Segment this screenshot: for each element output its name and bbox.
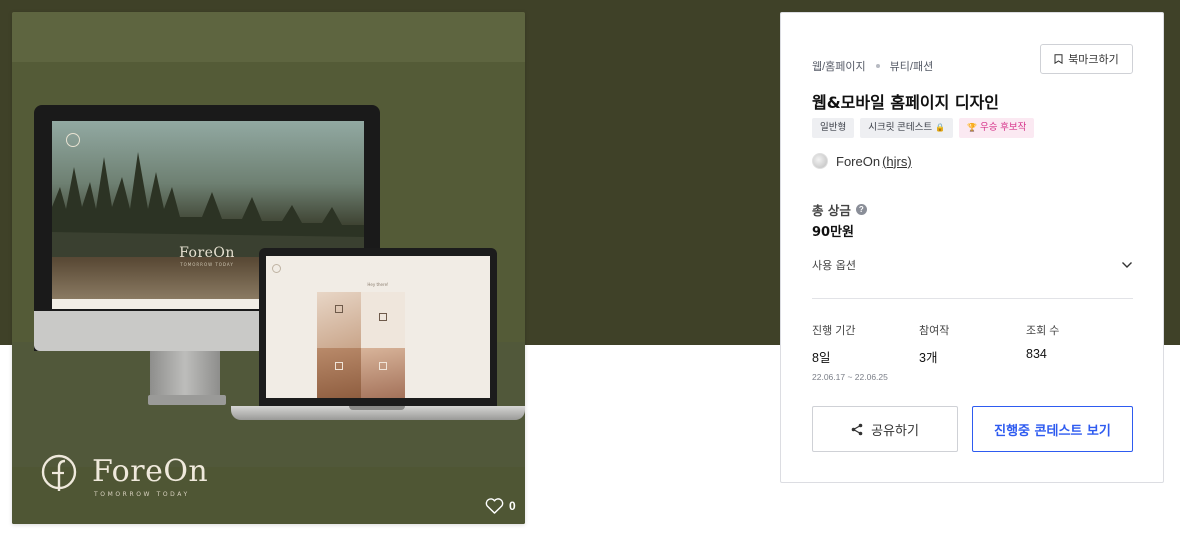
contest-thumbnail[interactable]: ForeOn TOMORROW TODAY Hey there! ForeOn … (12, 12, 525, 524)
contest-info-panel: 웹/홈페이지 뷰티/패션 북마크하기 웹&모바일 홈페이지 디자인 일반형 시크… (780, 12, 1164, 483)
stat-period: 진행 기간 8일 22.06.17 ~ 22.06.25 (812, 322, 888, 382)
lock-icon: 🔒 (935, 123, 946, 132)
stat-label: 참여작 (919, 325, 950, 337)
desktop-foot (148, 395, 226, 405)
avatar (812, 153, 828, 169)
tag-label: 시크릿 콘테스트 (868, 122, 933, 133)
laptop-screen-logo-icon (272, 264, 281, 273)
owner-handle-link[interactable]: (hjrs) (882, 154, 912, 169)
breadcrumb-category[interactable]: 웹/홈페이지 (812, 58, 866, 74)
options-label: 사용 옵션 (812, 259, 856, 272)
stat-label: 진행 기간 (812, 325, 856, 337)
options-toggle[interactable]: 사용 옵션 (812, 257, 1133, 273)
thumbnail-brand-name: ForeOn (92, 454, 209, 489)
laptop-screen: Hey there! (266, 256, 490, 398)
laptop-tile (317, 348, 361, 398)
like-count: 0 (509, 499, 516, 513)
laptop-tile (361, 292, 405, 348)
help-icon[interactable]: ? (855, 204, 867, 215)
owner-name: ForeOn (836, 153, 881, 169)
share-icon (851, 423, 863, 435)
stat-views: 조회 수 834 (1026, 322, 1059, 361)
laptop-tile (361, 348, 405, 398)
stat-label: 조회 수 (1026, 325, 1060, 337)
chevron-down-icon (1122, 262, 1132, 268)
prize-label-text: 총 상금 (812, 203, 851, 218)
bookmark-label: 북마크하기 (1068, 54, 1119, 66)
ongoing-contests-button[interactable]: 진행중 콘테스트 보기 (972, 406, 1133, 452)
foreon-logo-icon (41, 454, 77, 491)
tag-label: 우승 후보작 (980, 122, 1027, 133)
divider (812, 298, 1133, 299)
desktop-stand (150, 351, 220, 401)
contest-owner[interactable]: ForeOn (hjrs) (812, 153, 912, 169)
tag-secret: 시크릿 콘테스트 🔒 (860, 118, 954, 138)
thumbnail-brand-tagline: TOMORROW TODAY (94, 491, 190, 498)
tile-icon (379, 313, 387, 321)
laptop-notch (349, 406, 405, 410)
stat-value: 8일 (812, 351, 831, 365)
share-button[interactable]: 공유하기 (812, 406, 958, 452)
breadcrumb-subcategory[interactable]: 뷰티/패션 (890, 58, 934, 74)
tag-type: 일반형 (812, 118, 855, 138)
tile-icon (335, 362, 343, 370)
stat-date-range: 22.06.17 ~ 22.06.25 (812, 372, 888, 382)
screen-logo-icon (66, 133, 80, 147)
tag-list: 일반형 시크릿 콘테스트 🔒 🏆 우승 후보작 (812, 118, 1035, 138)
bookmark-icon (1054, 54, 1063, 64)
like-button[interactable]: 0 (485, 498, 516, 514)
thumbnail-floor-shadow (12, 467, 525, 524)
tile-icon (335, 305, 343, 313)
forest-illustration (52, 152, 364, 257)
prize-label: 총 상금 ? (812, 200, 867, 219)
breadcrumb-separator (875, 64, 880, 68)
screen-brand-text: ForeOn (179, 245, 235, 261)
laptop-mockup: Hey there! (259, 248, 497, 406)
tag-candidate: 🏆 우승 후보작 (959, 118, 1035, 138)
tile-icon (379, 362, 387, 370)
thumbnail-wall (12, 12, 525, 62)
laptop-tile (317, 292, 361, 348)
screen-brand-tagline: TOMORROW TODAY (180, 262, 234, 267)
ongoing-contests-label: 진행중 콘테스트 보기 (994, 423, 1111, 439)
laptop-screen-heading: Hey there! (367, 282, 389, 287)
stat-value: 3개 (919, 351, 938, 365)
bookmark-button[interactable]: 북마크하기 (1040, 44, 1133, 74)
stat-value: 834 (1026, 347, 1047, 361)
tag-label: 일반형 (820, 122, 847, 133)
trophy-icon: 🏆 (967, 123, 977, 132)
stat-participants: 참여작 3개 (919, 322, 949, 366)
breadcrumb: 웹/홈페이지 뷰티/패션 (812, 58, 933, 74)
contest-title: 웹&모바일 홈페이지 디자인 (812, 93, 1000, 112)
share-label: 공유하기 (871, 423, 919, 439)
prize-value: 90만원 (812, 225, 855, 240)
heart-icon (485, 498, 504, 514)
